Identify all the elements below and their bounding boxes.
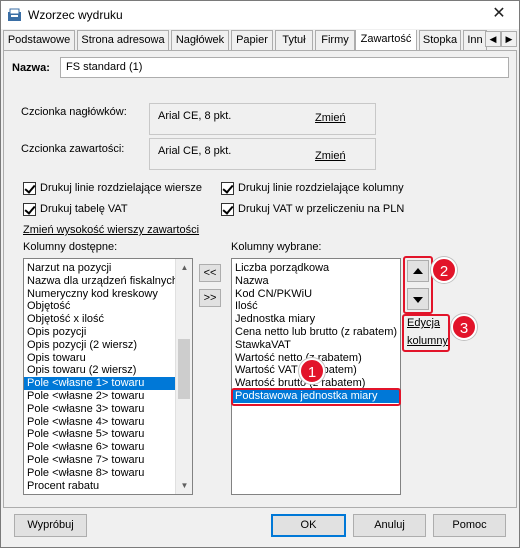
available-list-scrollbar[interactable]: ▲ ▼ — [175, 259, 192, 494]
checkbox-checked-icon — [221, 182, 234, 195]
list-item[interactable]: Nazwa — [232, 275, 400, 288]
list-item[interactable]: Pole <własne 7> towaru — [24, 454, 175, 467]
checkbox-label: Drukuj tabelę VAT — [40, 203, 128, 215]
list-item[interactable]: Pole <własne 5> towaru — [24, 428, 175, 441]
header-font-value: Arial CE, 8 pkt. — [158, 110, 232, 122]
tab-tytul[interactable]: Tytuł — [275, 30, 313, 50]
list-item[interactable]: Objętość x ilość — [24, 313, 175, 326]
highlight-selected-column — [231, 388, 401, 406]
tab-scroll-left-icon[interactable]: ◀ — [485, 31, 501, 47]
checkbox-label: Drukuj linie rozdzielające kolumny — [238, 182, 404, 194]
list-item[interactable]: Cena netto lub brutto (z rabatem) — [232, 326, 400, 339]
tab-firmy[interactable]: Firmy — [315, 30, 355, 50]
print-template-window: Wzorzec wydruku ✕ Podstawowe Strona adre… — [0, 0, 520, 548]
checkbox-label: Drukuj VAT w przeliczeniu na PLN — [238, 203, 405, 215]
list-item[interactable]: Numeryczny kod kreskowy — [24, 288, 175, 301]
list-item[interactable]: Procent rabatu — [24, 480, 175, 493]
list-item[interactable]: Opis pozycji (2 wiersz) — [24, 339, 175, 352]
scroll-down-icon[interactable]: ▼ — [176, 477, 192, 494]
list-item[interactable]: Liczba porządkowa — [232, 262, 400, 275]
arrow-up-icon — [413, 268, 423, 274]
change-header-font-link[interactable]: Zmień — [315, 112, 346, 124]
list-item[interactable]: Ilość — [232, 300, 400, 313]
available-columns-list[interactable]: Narzut na pozycji Nazwa dla urządzeń fisk… — [23, 258, 193, 495]
list-item[interactable]: Pole <własne 3> towaru — [24, 403, 175, 416]
add-column-button[interactable]: >> — [199, 289, 221, 307]
ok-button[interactable]: OK — [271, 514, 346, 537]
content-font-box: Arial CE, 8 pkt. Zmień — [149, 138, 376, 170]
move-down-button[interactable] — [407, 288, 429, 310]
preview-button[interactable]: Wypróbuj — [14, 514, 87, 537]
tab-strip: Podstawowe Strona adresowa Nagłówek Papi… — [3, 30, 517, 50]
list-item[interactable]: Pole <własne 1> towaru — [24, 377, 175, 390]
row-height-link[interactable]: Zmień wysokość wierszy zawartości — [23, 224, 199, 236]
tab-papier[interactable]: Papier — [231, 30, 273, 50]
step-badge-3: 3 — [451, 314, 477, 340]
list-item[interactable]: Pole <własne 2> towaru — [24, 390, 175, 403]
edit-column-link-line2[interactable]: kolumny — [407, 335, 448, 347]
step-badge-2: 2 — [431, 257, 457, 283]
checkbox-checked-icon — [23, 203, 36, 216]
list-item[interactable]: Nazwa dla urządzeń fiskalnych — [24, 275, 178, 288]
tab-stopka[interactable]: Stopka — [419, 30, 461, 50]
move-up-button[interactable] — [407, 260, 429, 282]
content-font-label: Czcionka zawartości: — [21, 143, 125, 155]
list-item[interactable]: Pole <własne 6> towaru — [24, 441, 175, 454]
cancel-button[interactable]: Anuluj — [353, 514, 426, 537]
header-font-box: Arial CE, 8 pkt. Zmień — [149, 103, 376, 135]
list-item[interactable]: Narzut na pozycji — [24, 262, 175, 275]
tab-inne[interactable]: Inn — [463, 30, 487, 50]
tab-podstawowe[interactable]: Podstawowe — [3, 30, 75, 50]
list-item[interactable]: Opis towaru (2 wiersz) — [24, 364, 175, 377]
list-item[interactable]: Kod CN/PKWiU — [232, 288, 400, 301]
list-item[interactable]: Objętość — [24, 300, 175, 313]
close-icon[interactable]: ✕ — [489, 4, 509, 24]
title-bar: Wzorzec wydruku ✕ — [1, 1, 519, 29]
checkbox-label: Drukuj linie rozdzielające wiersze — [40, 182, 203, 194]
scroll-up-icon[interactable]: ▲ — [176, 259, 192, 276]
remove-column-button[interactable]: << — [199, 264, 221, 282]
list-item[interactable]: Jednostka miary — [232, 313, 400, 326]
tab-strona-adresowa[interactable]: Strona adresowa — [77, 30, 169, 50]
list-item[interactable]: StawkaVAT — [232, 339, 400, 352]
arrow-down-icon — [413, 297, 423, 303]
content-font-value: Arial CE, 8 pkt. — [158, 145, 232, 157]
list-item[interactable]: Pole <własne 4> towaru — [24, 416, 175, 429]
available-columns-label: Kolumny dostępne: — [23, 241, 118, 253]
checkbox-checked-icon — [221, 203, 234, 216]
list-item[interactable]: Pole <własne 8> towaru — [24, 467, 175, 480]
app-icon — [8, 8, 21, 21]
tab-naglowek[interactable]: Nagłówek — [171, 30, 229, 50]
chosen-columns-label: Kolumny wybrane: — [231, 241, 322, 253]
scrollbar-thumb[interactable] — [178, 339, 190, 399]
change-content-font-link[interactable]: Zmień — [315, 150, 346, 162]
checkbox-checked-icon — [23, 182, 36, 195]
tab-scroll-right-icon[interactable]: ▶ — [501, 31, 517, 47]
list-item[interactable]: Opis towaru — [24, 352, 175, 365]
edit-column-link[interactable]: Edycja — [407, 317, 440, 329]
header-font-label: Czcionka nagłówków: — [21, 106, 127, 118]
name-input[interactable]: FS standard (1) — [60, 57, 509, 78]
name-label: Nazwa: — [12, 62, 50, 74]
help-button[interactable]: Pomoc — [433, 514, 506, 537]
step-badge-1: 1 — [299, 358, 325, 384]
list-item[interactable]: Opis pozycji — [24, 326, 175, 339]
tab-zawartosc[interactable]: Zawartość — [355, 30, 417, 50]
window-title: Wzorzec wydruku — [28, 8, 123, 22]
